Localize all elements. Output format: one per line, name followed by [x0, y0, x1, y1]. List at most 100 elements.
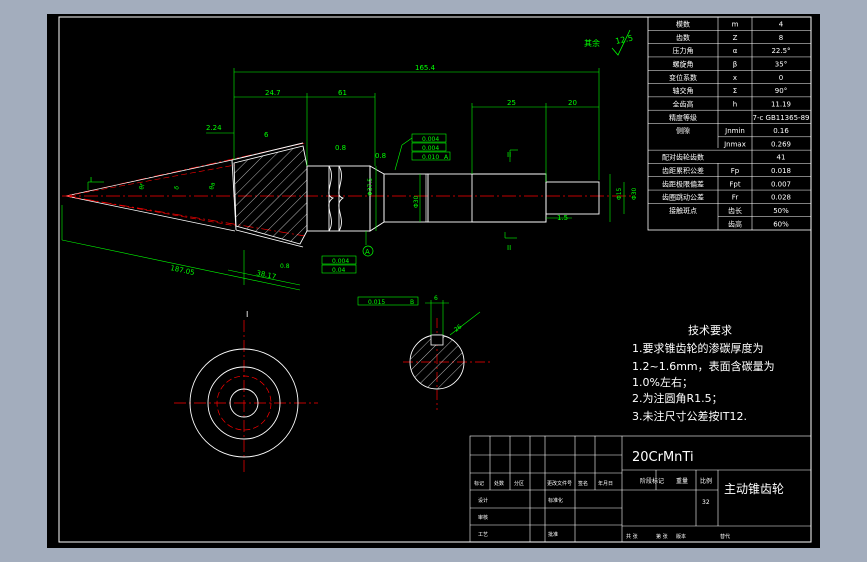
svg-text:II: II: [507, 244, 511, 252]
svg-text:阶段标记: 阶段标记: [640, 477, 664, 485]
svg-text:年月日: 年月日: [598, 480, 613, 487]
param-symbol: β: [733, 61, 737, 69]
param-name: 螺旋角: [673, 60, 694, 69]
svg-text:61: 61: [338, 89, 347, 97]
svg-text:比例: 比例: [700, 477, 712, 485]
svg-text:第 张: 第 张: [656, 533, 668, 540]
param-name: 齿距累积公差: [662, 166, 704, 175]
svg-text:6: 6: [264, 131, 269, 139]
svg-text:工艺: 工艺: [478, 532, 488, 538]
param-symbol: Fpt: [729, 180, 740, 188]
svg-text:批准: 批准: [548, 531, 558, 538]
svg-text:I: I: [246, 310, 248, 319]
svg-text:B: B: [410, 299, 414, 306]
param-name: 模数: [676, 20, 690, 29]
param-symbol: h: [733, 100, 737, 108]
param-value: 90°: [775, 87, 787, 95]
svg-text:设计: 设计: [478, 497, 488, 504]
param-symbol: 齿高: [728, 219, 742, 228]
svg-text:重量: 重量: [676, 477, 688, 485]
svg-text:0.015: 0.015: [368, 299, 385, 306]
svg-text:0.010: 0.010: [422, 154, 439, 161]
cad-window: 其余 12.5 模数 m 4 齿数 Z 8 压力角 α 22.5° 螺旋角 β 35° 变位系数 x 0 轴交…: [0, 0, 867, 562]
svg-text:0.004: 0.004: [332, 258, 349, 265]
param-value: 0.007: [771, 180, 791, 188]
svg-text:其余: 其余: [584, 38, 600, 48]
param-symbol: x: [733, 74, 737, 82]
svg-text:Φ30: Φ30: [413, 195, 420, 208]
param-name: 侧隙: [676, 126, 690, 135]
param-symbol: Jnmin: [724, 127, 745, 135]
svg-text:2.为注圆角R1.5；: 2.为注圆角R1.5；: [632, 391, 723, 405]
svg-text:Φ37.5: Φ37.5: [367, 178, 374, 196]
param-value: 35°: [775, 61, 787, 69]
param-name: 精度等级: [669, 113, 697, 122]
svg-text:处数: 处数: [494, 480, 504, 487]
svg-text:标记: 标记: [474, 480, 484, 487]
param-symbol: 齿长: [728, 206, 742, 215]
svg-text:3.未注尺寸公差按IT12.: 3.未注尺寸公差按IT12.: [632, 409, 747, 423]
cad-drawing: 其余 12.5 模数 m 4齿数 Z 8压力角 α 22.5°螺旋角 β 35°变位系数 x 0轴交…: [0, 0, 867, 562]
svg-text:1.5: 1.5: [557, 214, 568, 222]
param-symbol: α: [733, 47, 738, 55]
param-value: 0.16: [773, 127, 789, 135]
svg-text:替代: 替代: [720, 533, 730, 540]
svg-text:版本: 版本: [676, 533, 686, 540]
svg-text:6: 6: [434, 295, 438, 302]
svg-text:分区: 分区: [514, 480, 524, 487]
param-symbol: Jnmax: [723, 140, 746, 148]
svg-text:165.4: 165.4: [415, 64, 436, 72]
svg-text:0.004: 0.004: [422, 136, 439, 143]
param-value: 7-c GB11365-89: [753, 114, 810, 122]
svg-text:20CrMnTi: 20CrMnTi: [632, 450, 694, 465]
svg-text:Φ15: Φ15: [616, 187, 623, 200]
param-value: 0.018: [771, 167, 791, 175]
param-name: 轴交角: [673, 86, 694, 95]
param-symbol: Σ: [733, 87, 737, 95]
svg-text:0.8: 0.8: [335, 144, 346, 152]
param-name: 齿距极限偏差: [662, 179, 704, 188]
param-value: 0: [779, 74, 783, 82]
param-symbol: Fr: [732, 194, 739, 202]
svg-text:1.2~1.6mm，表面含碳量为: 1.2~1.6mm，表面含碳量为: [632, 359, 775, 373]
param-name: 变位系数: [669, 73, 697, 82]
param-name: 配对齿轮齿数: [662, 153, 704, 162]
param-name: 齿数: [676, 33, 690, 42]
param-value: 22.5°: [771, 47, 790, 55]
svg-text:1.要求锥齿轮的渗碳厚度为: 1.要求锥齿轮的渗碳厚度为: [632, 341, 764, 355]
svg-text:24.7: 24.7: [265, 89, 281, 97]
svg-text:1.0%左右；: 1.0%左右；: [632, 375, 693, 389]
param-value: 0.028: [771, 194, 791, 202]
svg-text:签名: 签名: [578, 480, 588, 487]
svg-text:主动锥齿轮: 主动锥齿轮: [724, 482, 784, 496]
param-value: 8: [779, 34, 783, 42]
svg-text:A: A: [365, 248, 370, 256]
param-symbol: Fp: [731, 167, 740, 175]
svg-text:2.24: 2.24: [206, 124, 222, 132]
svg-text:0.004: 0.004: [422, 145, 439, 152]
param-value: 0.269: [771, 140, 791, 148]
keyway-slot: [430, 334, 444, 346]
svg-text:0.04: 0.04: [332, 267, 346, 274]
param-name: 接触斑点: [669, 206, 697, 215]
svg-text:审核: 审核: [478, 514, 488, 521]
param-value: 60%: [773, 220, 789, 228]
svg-text:25: 25: [507, 99, 516, 107]
svg-text:0.8: 0.8: [375, 152, 386, 160]
svg-text:20: 20: [568, 99, 577, 107]
svg-text:0.8: 0.8: [280, 263, 290, 270]
svg-text:更改文件号: 更改文件号: [547, 480, 572, 487]
svg-text:Φ30: Φ30: [631, 187, 638, 200]
svg-text:技术要求: 技术要求: [688, 324, 732, 337]
param-symbol: Z: [733, 34, 738, 42]
drawing-canvas[interactable]: [47, 14, 820, 548]
svg-text:32: 32: [702, 499, 710, 506]
svg-text:I: I: [90, 176, 92, 184]
svg-text:II: II: [507, 151, 511, 159]
param-value: 4: [779, 21, 784, 29]
param-name: 全齿高: [673, 99, 694, 108]
param-value: 41: [777, 154, 786, 162]
param-symbol: m: [732, 21, 739, 29]
svg-text:共 张: 共 张: [626, 533, 638, 540]
param-value: 11.19: [771, 100, 791, 108]
